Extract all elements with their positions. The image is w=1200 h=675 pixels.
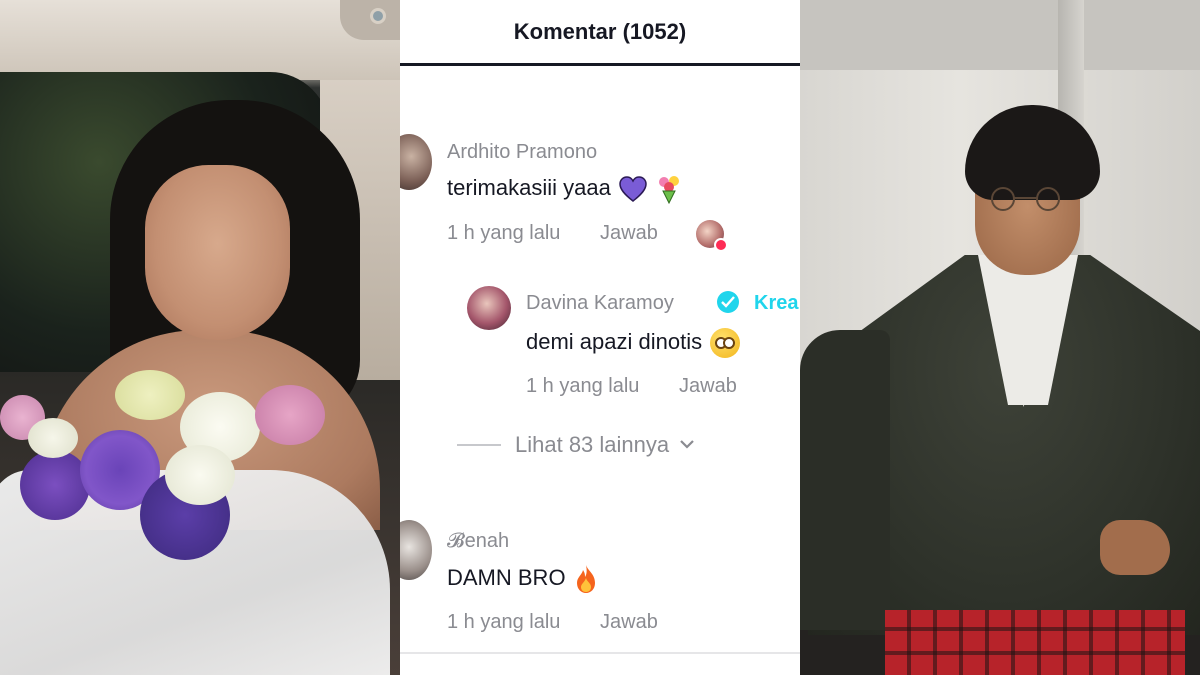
view-more-replies-button[interactable]: Lihat 83 lainnya bbox=[457, 432, 695, 458]
avatar[interactable] bbox=[400, 134, 432, 190]
flower bbox=[28, 418, 78, 458]
purple-heart-icon bbox=[619, 176, 647, 202]
creator-badge-label: Krea bbox=[754, 292, 799, 314]
comment-username[interactable]: Ardhito Pramono bbox=[447, 141, 597, 164]
reply-button[interactable]: Jawab bbox=[600, 222, 658, 245]
comments-header: Komentar (1052) bbox=[400, 0, 800, 66]
chevron-down-icon bbox=[679, 436, 695, 454]
man-hand bbox=[1100, 520, 1170, 575]
comment-text: terimakasiii yaaa bbox=[447, 174, 683, 205]
avatar[interactable] bbox=[467, 286, 511, 330]
divider-line bbox=[457, 444, 501, 446]
left-photo bbox=[0, 0, 400, 675]
verified-badge-icon bbox=[717, 291, 739, 313]
comment-text-content: terimakasiii yaaa bbox=[447, 174, 611, 200]
glasses-icon bbox=[991, 187, 1060, 211]
flower bbox=[20, 450, 90, 520]
view-more-label: Lihat 83 lainnya bbox=[515, 432, 670, 457]
man-arm bbox=[800, 330, 890, 630]
flower bbox=[115, 370, 185, 420]
reply-button[interactable]: Jawab bbox=[679, 375, 737, 398]
man-plaid-pants bbox=[885, 610, 1185, 675]
comments-panel: Komentar (1052) Ardhito Pramono terimaka… bbox=[400, 0, 800, 675]
roof-light bbox=[340, 0, 400, 40]
flower bbox=[255, 385, 325, 445]
flushed-face-icon bbox=[710, 328, 741, 358]
fire-icon bbox=[574, 564, 598, 594]
comment-text: demi apazi dinotis bbox=[526, 328, 741, 358]
comment-username[interactable]: 𝓑enah bbox=[447, 530, 509, 553]
divider bbox=[400, 652, 800, 654]
comment-time: 1 h yang lalu bbox=[447, 611, 561, 633]
creator-like-heart-icon bbox=[714, 238, 728, 252]
comment-time: 1 h yang lalu bbox=[447, 222, 561, 244]
bouquet-icon bbox=[655, 174, 683, 205]
reply-button[interactable]: Jawab bbox=[600, 611, 658, 634]
avatar[interactable] bbox=[400, 520, 432, 580]
comment-time: 1 h yang lalu bbox=[526, 375, 640, 397]
flower bbox=[165, 445, 235, 505]
wall-top bbox=[800, 0, 1200, 70]
right-photo bbox=[800, 0, 1200, 675]
comments-title: Komentar (1052) bbox=[513, 18, 687, 44]
comment-text-content: demi apazi dinotis bbox=[526, 328, 703, 354]
comment-username[interactable]: Davina Karamoy bbox=[526, 292, 674, 315]
woman-face bbox=[145, 165, 290, 340]
comment-text-content: DAMN BRO bbox=[447, 564, 566, 590]
comment-text: DAMN BRO bbox=[447, 564, 598, 594]
